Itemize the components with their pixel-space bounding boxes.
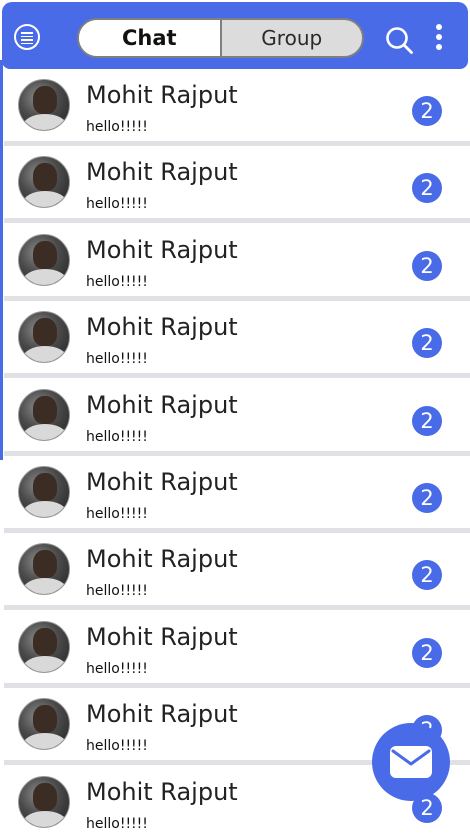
search-icon[interactable] xyxy=(384,25,414,55)
row-divider xyxy=(4,373,470,379)
unread-count-badge: 2 xyxy=(412,405,442,436)
contact-name: Mohit Rajput xyxy=(86,622,238,651)
chat-list-item[interactable]: Mohit Rajput hello!!!!! 2 xyxy=(4,146,470,224)
chat-list-item[interactable]: Mohit Rajput hello!!!!! 2 xyxy=(4,456,470,533)
compose-message-button[interactable] xyxy=(372,723,450,801)
chat-list-item[interactable]: Mohit Rajput hello!!!!! 2 xyxy=(4,533,470,611)
last-message: hello!!!!! xyxy=(86,351,148,368)
more-vertical-icon[interactable] xyxy=(431,24,447,54)
avatar[interactable] xyxy=(18,388,70,441)
chat-list-item[interactable]: Mohit Rajput hello!!!!! 2 xyxy=(4,610,470,688)
avatar[interactable] xyxy=(18,543,70,596)
mail-icon xyxy=(390,746,432,778)
avatar[interactable] xyxy=(18,775,70,828)
last-message: hello!!!!! xyxy=(86,273,148,290)
avatar[interactable] xyxy=(18,156,70,209)
chat-app: Chat Group Mohit Rajput hello!!!!! 2 Mohit … xyxy=(0,0,470,835)
last-message: hello!!!!! xyxy=(86,738,148,755)
tab-chat[interactable]: Chat xyxy=(79,20,222,56)
contact-name: Mohit Rajput xyxy=(86,700,238,729)
contact-name: Mohit Rajput xyxy=(86,468,238,496)
avatar[interactable] xyxy=(18,311,70,364)
row-divider xyxy=(4,682,470,688)
chat-list-item[interactable]: Mohit Rajput hello!!!!! 2 xyxy=(4,301,470,379)
row-divider xyxy=(4,528,470,533)
contact-name: Mohit Rajput xyxy=(86,390,238,419)
avatar[interactable] xyxy=(18,233,70,286)
last-message: hello!!!!! xyxy=(86,583,148,600)
avatar[interactable] xyxy=(18,620,70,673)
row-divider xyxy=(4,141,470,146)
avatar[interactable] xyxy=(18,79,70,131)
tab-group[interactable]: Group xyxy=(222,20,363,56)
menu-icon[interactable] xyxy=(14,24,40,50)
row-divider xyxy=(4,605,470,611)
contact-name: Mohit Rajput xyxy=(86,81,238,109)
chat-list-item[interactable]: Mohit Rajput hello!!!!! 2 xyxy=(4,378,470,456)
last-message: hello!!!!! xyxy=(86,660,148,677)
tab-switcher: Chat Group xyxy=(77,18,364,58)
contact-name: Mohit Rajput xyxy=(86,158,238,187)
row-divider xyxy=(4,295,470,301)
unread-count-badge: 2 xyxy=(412,173,442,204)
last-message: hello!!!!! xyxy=(86,119,148,135)
last-message: hello!!!!! xyxy=(86,196,148,213)
unread-count-badge: 2 xyxy=(412,96,442,126)
last-message: hello!!!!! xyxy=(86,506,148,522)
unread-count-badge: 2 xyxy=(412,637,442,668)
last-message: hello!!!!! xyxy=(86,428,148,445)
avatar[interactable] xyxy=(18,466,70,518)
unread-count-badge: 2 xyxy=(412,250,442,281)
contact-name: Mohit Rajput xyxy=(86,235,238,264)
unread-count-badge: 2 xyxy=(412,560,442,591)
last-message: hello!!!!! xyxy=(86,815,148,832)
unread-count-badge: 2 xyxy=(412,483,442,513)
contact-name: Mohit Rajput xyxy=(86,545,238,574)
contact-name: Mohit Rajput xyxy=(86,777,238,806)
avatar[interactable] xyxy=(18,698,70,751)
chat-list-item[interactable]: Mohit Rajput hello!!!!! 2 xyxy=(4,223,470,301)
app-header: Chat Group xyxy=(2,2,468,69)
row-divider xyxy=(4,218,470,224)
chat-list-item[interactable]: Mohit Rajput hello!!!!! 2 xyxy=(4,69,470,146)
side-accent-strip xyxy=(0,60,3,460)
row-divider xyxy=(4,450,470,456)
contact-name: Mohit Rajput xyxy=(86,313,238,342)
unread-count-badge: 2 xyxy=(412,328,442,359)
